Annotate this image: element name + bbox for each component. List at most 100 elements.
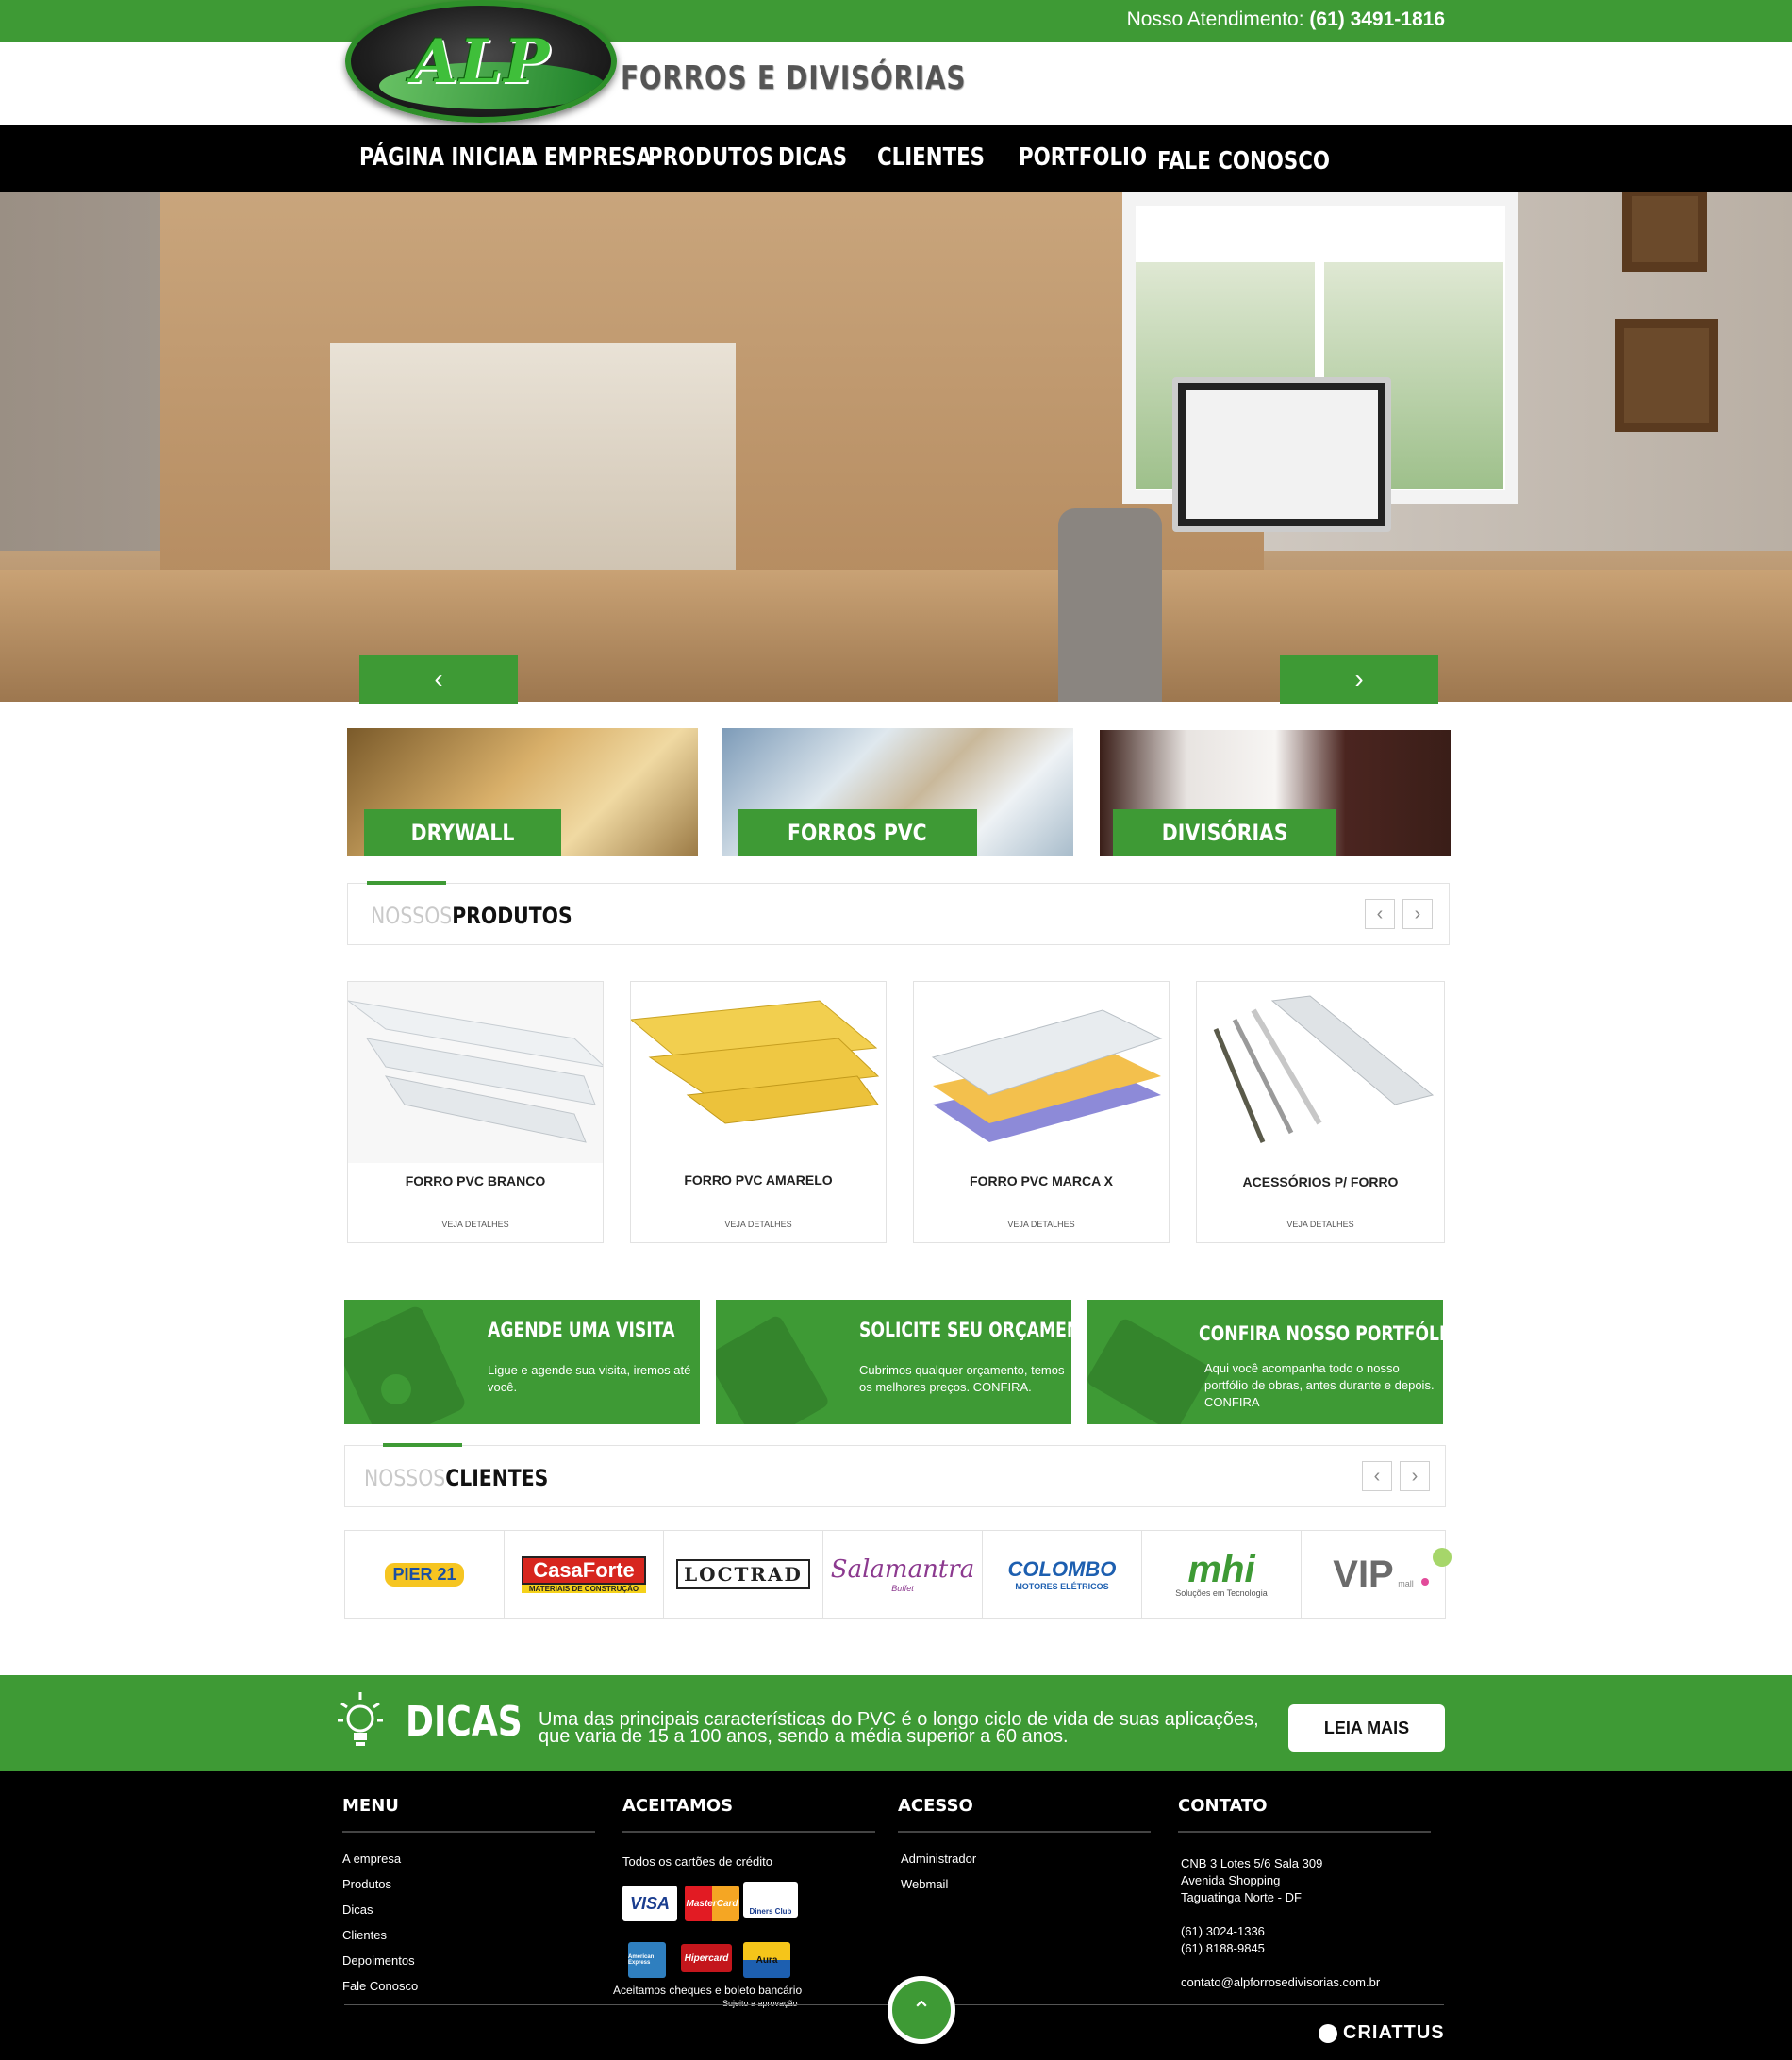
category-divisorias[interactable]: DIVISÓRIAS: [1100, 730, 1451, 856]
client-logo-salamantra[interactable]: Salamantra Buffet: [822, 1530, 983, 1619]
cta-title: CONFIRA NOSSO PORTFÓLIO: [1199, 1322, 1443, 1345]
diners-club-icon: Diners Club: [743, 1882, 798, 1918]
nav-pagina-inicial[interactable]: PÁGINA INICIAL: [359, 143, 534, 172]
nav-dicas[interactable]: DICAS: [778, 143, 847, 172]
logo[interactable]: ALP: [345, 0, 617, 123]
client-logo-loctrad[interactable]: LOCTRAD: [663, 1530, 823, 1619]
client-logo-colombo[interactable]: COLOMBO MOTORES ELÉTRICOS: [982, 1530, 1142, 1619]
cta-title: AGENDE UMA VISITA: [488, 1319, 675, 1341]
cta-desc: Aqui você acompanha todo o nosso portfól…: [1204, 1361, 1435, 1409]
address-line: Taguatinga Norte - DF: [1181, 1890, 1302, 1904]
category-label: DRYWALL: [364, 809, 562, 856]
leia-mais-button[interactable]: LEIA MAIS: [1288, 1704, 1445, 1752]
clients-section-title: NOSSOSCLIENTES: [364, 1465, 549, 1491]
footer-link-fale-conosco[interactable]: Fale Conosco: [342, 1973, 595, 1999]
client-logo-vip[interactable]: VIP mall: [1301, 1530, 1452, 1619]
footer-link-depoimentos[interactable]: Depoimentos: [342, 1948, 595, 1973]
address-line: CNB 3 Lotes 5/6 Sala 309: [1181, 1856, 1323, 1870]
contact-card-icon: [344, 1306, 465, 1424]
contact-phone[interactable]: (61) 8188-9845: [1181, 1940, 1431, 1957]
hero-monitor: [1172, 377, 1391, 532]
criattus-credit[interactable]: CRIATTUS: [1319, 2022, 1445, 2044]
client-logo-pier21[interactable]: PIER 21: [344, 1530, 505, 1619]
cta-solicite-orcamento[interactable]: SOLICITE SEU ORÇAMENTO Cubrimos qualquer…: [716, 1300, 1071, 1424]
category-label: FORROS PVC: [738, 809, 977, 856]
dicas-band: DICAS Uma das principais características…: [0, 1675, 1792, 1771]
nav-portfolio[interactable]: PORTFOLIO: [1019, 143, 1147, 172]
section-accent-bar: [367, 881, 446, 885]
hero-chair: [1058, 508, 1162, 702]
main-nav: PÁGINA INICIAL A EMPRESA PRODUTOS DICAS …: [0, 125, 1792, 192]
client-tagline: Soluções em Tecnologia: [1175, 1588, 1268, 1598]
back-to-top-button[interactable]: ⌃: [888, 1976, 955, 2044]
footer-link-produtos[interactable]: Produtos: [342, 1871, 595, 1897]
footer-link-empresa[interactable]: A empresa: [342, 1846, 595, 1871]
lightbulb-icon: [338, 1692, 383, 1746]
cards-note: Aceitamos cheques e boleto bancário: [613, 1984, 803, 1997]
cta-desc: Ligue e agende sua visita, iremos até vo…: [488, 1363, 691, 1394]
footer-link-administrador[interactable]: Administrador: [901, 1846, 1151, 1871]
calculator-icon: [716, 1316, 828, 1424]
hero-prev-button[interactable]: ‹: [359, 655, 518, 704]
client-logo-mhi[interactable]: mhi Soluções em Tecnologia: [1141, 1530, 1302, 1619]
hero-frame: [1622, 192, 1707, 272]
product-card[interactable]: FORRO PVC MARCA X VEJA DETALHES: [913, 981, 1170, 1243]
hero-next-button[interactable]: ›: [1280, 655, 1438, 704]
hero-shelf: [330, 343, 736, 579]
nav-clientes[interactable]: CLIENTES: [877, 143, 985, 172]
footer-menu: MENU A empresa Produtos Dicas Clientes D…: [342, 1796, 595, 1999]
product-image: [1197, 982, 1444, 1163]
product-image: [914, 982, 1169, 1163]
client-logo-casaforte[interactable]: CasaForte MATERIAIS DE CONSTRUÇÃO: [504, 1530, 664, 1619]
client-name: Salamantra: [830, 1555, 975, 1584]
products-next-button[interactable]: ›: [1402, 899, 1433, 929]
product-name: FORRO PVC BRANCO: [405, 1173, 546, 1188]
nav-a-empresa[interactable]: A EMPRESA: [522, 143, 652, 172]
product-details-link[interactable]: VEJA DETALHES: [348, 1220, 603, 1229]
briefcase-icon: [1087, 1319, 1210, 1424]
hipercard-icon: Hipercard: [681, 1944, 732, 1972]
product-card[interactable]: ACESSÓRIOS P/ FORRO VEJA DETALHES: [1196, 981, 1445, 1243]
section-accent-bar: [383, 1443, 462, 1447]
cta-desc: Cubrimos qualquer orçamento, temos os me…: [859, 1363, 1065, 1394]
footer-link-clientes[interactable]: Clientes: [342, 1922, 595, 1948]
amex-icon: American Express: [628, 1942, 666, 1978]
product-name: FORRO PVC AMARELO: [684, 1172, 833, 1188]
products-prev-button[interactable]: ‹: [1365, 899, 1395, 929]
category-label: DIVISÓRIAS: [1113, 809, 1337, 856]
dicas-title: DICAS: [406, 1698, 523, 1746]
clients-next-button[interactable]: ›: [1400, 1461, 1430, 1491]
client-tagline: MOTORES ELÉTRICOS: [1015, 1582, 1109, 1591]
contact-phone[interactable]: (61) 3024-1336: [1181, 1923, 1431, 1940]
support-phone[interactable]: Nosso Atendimento: (61) 3491-1816: [1127, 8, 1445, 31]
product-card[interactable]: FORRO PVC AMARELO VEJA DETALHES: [630, 981, 887, 1243]
category-forros-pvc[interactable]: FORROS PVC: [722, 728, 1073, 856]
footer-link-dicas[interactable]: Dicas: [342, 1897, 595, 1922]
category-drywall[interactable]: DRYWALL: [347, 728, 698, 856]
product-details-link[interactable]: VEJA DETALHES: [631, 1220, 886, 1229]
cards-intro: Todos os cartões de crédito: [622, 1854, 772, 1869]
cta-agende-visita[interactable]: AGENDE UMA VISITA Ligue e agende sua vis…: [344, 1300, 700, 1424]
contact-email[interactable]: contato@alpforrosedivisorias.com.br: [1181, 1974, 1431, 1991]
client-name: LOCTRAD: [676, 1559, 810, 1589]
mastercard-icon: MasterCard: [685, 1886, 739, 1921]
support-phone-number[interactable]: (61) 3491-1816: [1309, 8, 1445, 30]
footer-acesso: ACESSO Administrador Webmail: [898, 1796, 1151, 1897]
product-details-link[interactable]: VEJA DETALHES: [914, 1220, 1169, 1229]
criattus-logo-icon: [1319, 2023, 1337, 2043]
chevron-up-icon: ⌃: [911, 1995, 932, 2024]
nav-fale-conosco[interactable]: FALE CONOSCO: [1157, 147, 1330, 175]
chevron-left-icon: ‹: [434, 664, 443, 693]
footer-link-webmail[interactable]: Webmail: [901, 1871, 1151, 1897]
nav-produtos[interactable]: PRODUTOS: [648, 143, 773, 172]
product-details-link[interactable]: VEJA DETALHES: [1197, 1220, 1444, 1229]
hero-slider: [0, 192, 1792, 702]
clients-prev-button[interactable]: ‹: [1362, 1461, 1392, 1491]
cta-confira-portfolio[interactable]: CONFIRA NOSSO PORTFÓLIO Aqui você acompa…: [1087, 1300, 1443, 1424]
client-tagline: MATERIAIS DE CONSTRUÇÃO: [522, 1584, 646, 1593]
client-name: mhi: [1187, 1549, 1255, 1590]
product-card[interactable]: FORRO PVC BRANCO VEJA DETALHES: [347, 981, 604, 1243]
clients-section-header: NOSSOSCLIENTES ‹ ›: [344, 1443, 1446, 1507]
client-tagline: Buffet: [891, 1584, 914, 1593]
products-section-header: NOSSOSPRODUTOS ‹ ›: [347, 881, 1450, 945]
